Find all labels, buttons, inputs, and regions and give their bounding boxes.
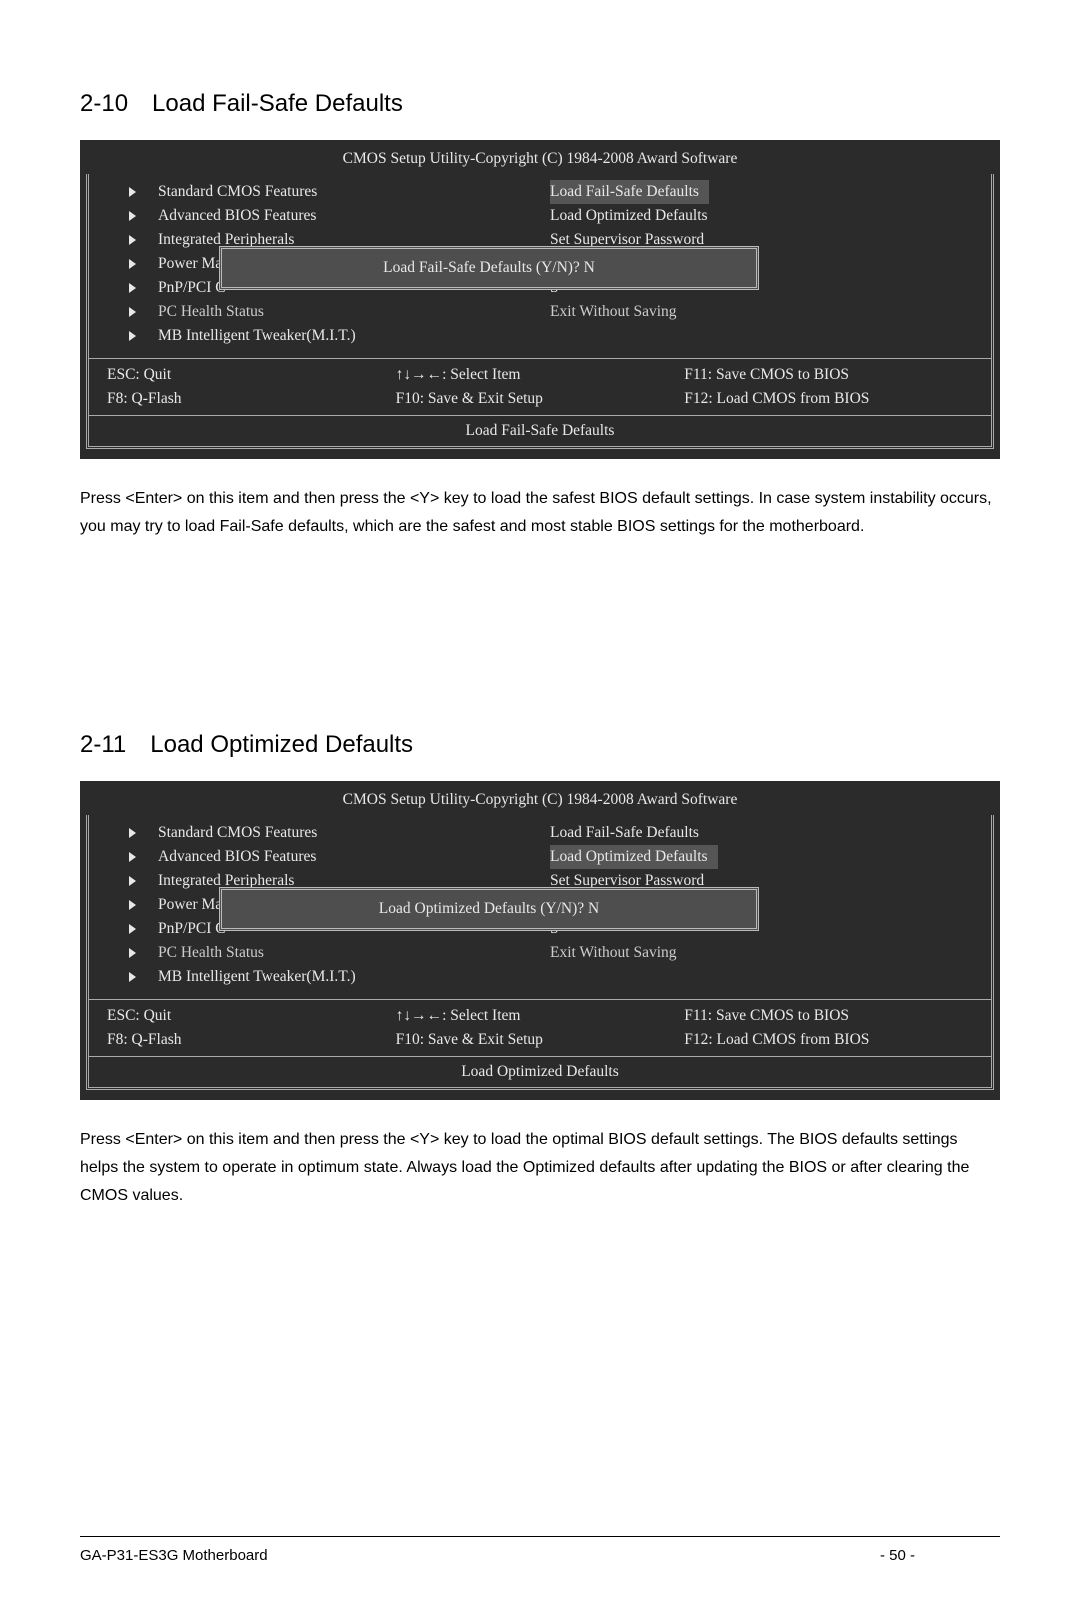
menu-item[interactable]: Advanced BIOS Features xyxy=(129,204,540,228)
menu-item[interactable]: Load Optimized Defaults xyxy=(550,204,991,228)
help-f11: F11: Save CMOS to BIOS xyxy=(684,1004,973,1028)
triangle-icon xyxy=(129,211,136,221)
section-heading-210: 2-10 Load Fail-Safe Defaults xyxy=(80,90,1000,118)
menu-item[interactable]: MB Intelligent Tweaker(M.I.T.) xyxy=(129,324,540,348)
menu-item[interactable]: Standard CMOS Features xyxy=(129,180,540,204)
triangle-icon xyxy=(129,828,136,838)
menu-item[interactable]: PC Health Status xyxy=(129,300,540,324)
triangle-icon xyxy=(129,259,136,269)
triangle-icon xyxy=(129,876,136,886)
section-body-211: Press <Enter> on this item and then pres… xyxy=(80,1126,1000,1210)
help-f12: F12: Load CMOS from BIOS xyxy=(684,387,973,411)
triangle-icon xyxy=(129,948,136,958)
help-arrows: ↑↓→←: Select Item xyxy=(396,363,685,387)
help-arrows: ↑↓→←: Select Item xyxy=(396,1004,685,1028)
bios-title: CMOS Setup Utility-Copyright (C) 1984-20… xyxy=(86,787,994,815)
help-esc: ESC: Quit xyxy=(107,363,396,387)
footer-product: GA-P31-ES3G Motherboard xyxy=(80,1547,880,1564)
triangle-icon xyxy=(129,283,136,293)
bios-screenshot-failsafe: CMOS Setup Utility-Copyright (C) 1984-20… xyxy=(80,140,1000,459)
triangle-icon xyxy=(129,900,136,910)
confirm-dialog-failsafe[interactable]: Load Fail-Safe Defaults (Y/N)? N xyxy=(219,246,759,290)
page-footer: GA-P31-ES3G Motherboard - 50 - xyxy=(80,1536,1000,1564)
menu-item[interactable]: Advanced BIOS Features xyxy=(129,845,540,869)
help-f11: F11: Save CMOS to BIOS xyxy=(684,363,973,387)
triangle-icon xyxy=(129,972,136,982)
triangle-icon xyxy=(129,852,136,862)
menu-item[interactable]: PC Health Status xyxy=(129,941,540,965)
bios-help-rows: ESC: Quit ↑↓→←: Select Item F11: Save CM… xyxy=(89,358,991,415)
help-f10: F10: Save & Exit Setup xyxy=(396,387,685,411)
help-esc: ESC: Quit xyxy=(107,1004,396,1028)
menu-item[interactable]: Exit Without Saving xyxy=(550,941,991,965)
triangle-icon xyxy=(129,187,136,197)
help-f8: F8: Q-Flash xyxy=(107,1028,396,1052)
section-heading-211: 2-11 Load Optimized Defaults xyxy=(80,731,1000,759)
triangle-icon xyxy=(129,331,136,341)
triangle-icon xyxy=(129,307,136,317)
menu-item[interactable]: Standard CMOS Features xyxy=(129,821,540,845)
bios-help-desc: Load Fail-Safe Defaults xyxy=(89,415,991,446)
menu-item[interactable]: MB Intelligent Tweaker(M.I.T.) xyxy=(129,965,540,989)
bios-title: CMOS Setup Utility-Copyright (C) 1984-20… xyxy=(86,146,994,174)
bios-help-rows: ESC: Quit ↑↓→←: Select Item F11: Save CM… xyxy=(89,999,991,1056)
menu-item[interactable]: Load Fail-Safe Defaults xyxy=(550,821,991,845)
help-f12: F12: Load CMOS from BIOS xyxy=(684,1028,973,1052)
footer-page-number: - 50 - xyxy=(880,1547,1000,1564)
section-body-210: Press <Enter> on this item and then pres… xyxy=(80,485,1000,541)
help-f8: F8: Q-Flash xyxy=(107,387,396,411)
menu-item-selected[interactable]: Load Optimized Defaults xyxy=(550,845,991,869)
confirm-dialog-optimized[interactable]: Load Optimized Defaults (Y/N)? N xyxy=(219,887,759,931)
bios-screenshot-optimized: CMOS Setup Utility-Copyright (C) 1984-20… xyxy=(80,781,1000,1100)
help-f10: F10: Save & Exit Setup xyxy=(396,1028,685,1052)
menu-item[interactable]: Exit Without Saving xyxy=(550,300,991,324)
menu-item-selected[interactable]: Load Fail-Safe Defaults xyxy=(550,180,991,204)
triangle-icon xyxy=(129,924,136,934)
triangle-icon xyxy=(129,235,136,245)
bios-help-desc: Load Optimized Defaults xyxy=(89,1056,991,1087)
